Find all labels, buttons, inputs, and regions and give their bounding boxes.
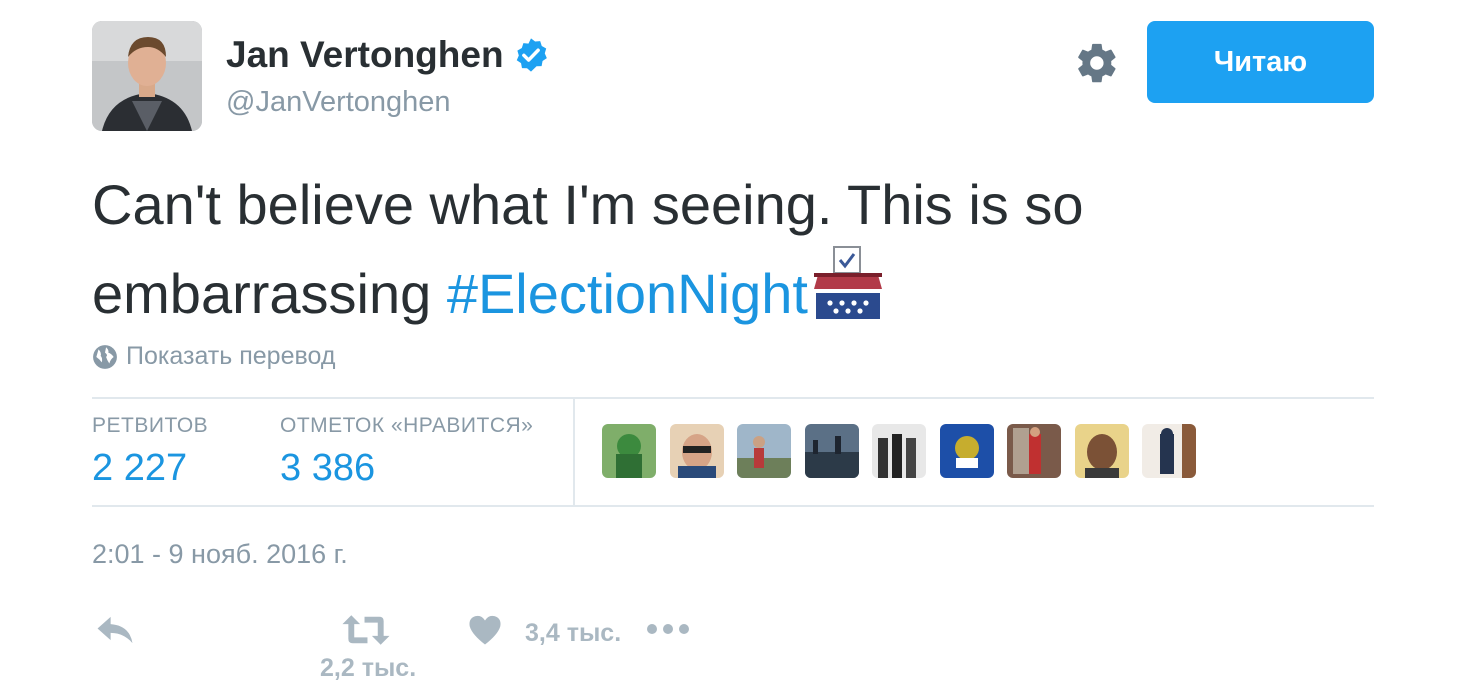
tweet-text: Can't believe what I'm seeing. This is s… bbox=[92, 165, 1292, 334]
gear-icon[interactable] bbox=[1074, 40, 1120, 86]
liker-avatar[interactable] bbox=[1007, 424, 1061, 478]
user-handle[interactable]: @JanVertonghen bbox=[226, 86, 451, 119]
liker-avatar[interactable] bbox=[1142, 424, 1196, 478]
retweets-value[interactable]: 2 227 bbox=[92, 447, 187, 490]
translate-label[interactable]: Показать перевод bbox=[126, 342, 335, 371]
liker-avatar[interactable] bbox=[804, 424, 859, 478]
follow-button[interactable]: Читаю bbox=[1147, 21, 1374, 103]
display-name[interactable]: Jan Vertonghen bbox=[226, 34, 550, 76]
divider-bottom bbox=[92, 505, 1374, 507]
more-icon[interactable] bbox=[645, 621, 691, 637]
heart-icon[interactable] bbox=[467, 614, 503, 646]
retweet-icon[interactable] bbox=[341, 612, 391, 648]
display-name-text[interactable]: Jan Vertonghen bbox=[226, 34, 504, 76]
like-count[interactable]: 3,4 тыс. bbox=[525, 619, 621, 648]
retweets-label: РЕТВИТОВ bbox=[92, 414, 209, 437]
liker-avatar[interactable] bbox=[602, 424, 656, 478]
liker-avatar[interactable] bbox=[1074, 424, 1129, 478]
avatar[interactable] bbox=[92, 21, 202, 131]
liker-avatar[interactable] bbox=[669, 424, 724, 478]
stats-vertical-divider bbox=[573, 399, 575, 505]
translate-link[interactable]: Показать перевод bbox=[92, 342, 335, 371]
liker-avatar[interactable] bbox=[939, 424, 994, 478]
hashtag-link[interactable]: #ElectionNight bbox=[447, 262, 808, 325]
tweet-timestamp[interactable]: 2:01 - 9 нояб. 2016 г. bbox=[92, 539, 348, 570]
reply-icon[interactable] bbox=[94, 614, 136, 646]
liker-avatar[interactable] bbox=[872, 424, 926, 478]
ballot-box-icon bbox=[812, 245, 884, 321]
verified-badge-icon bbox=[512, 36, 550, 74]
globe-icon bbox=[93, 344, 117, 369]
divider-top bbox=[92, 397, 1374, 399]
likes-label: ОТМЕТОК «НРАВИТСЯ» bbox=[280, 414, 534, 437]
liker-avatar[interactable] bbox=[737, 424, 791, 478]
liker-avatars bbox=[602, 424, 1210, 478]
likes-value[interactable]: 3 386 bbox=[280, 447, 375, 490]
retweet-count[interactable]: 2,2 тыс. bbox=[320, 654, 416, 683]
